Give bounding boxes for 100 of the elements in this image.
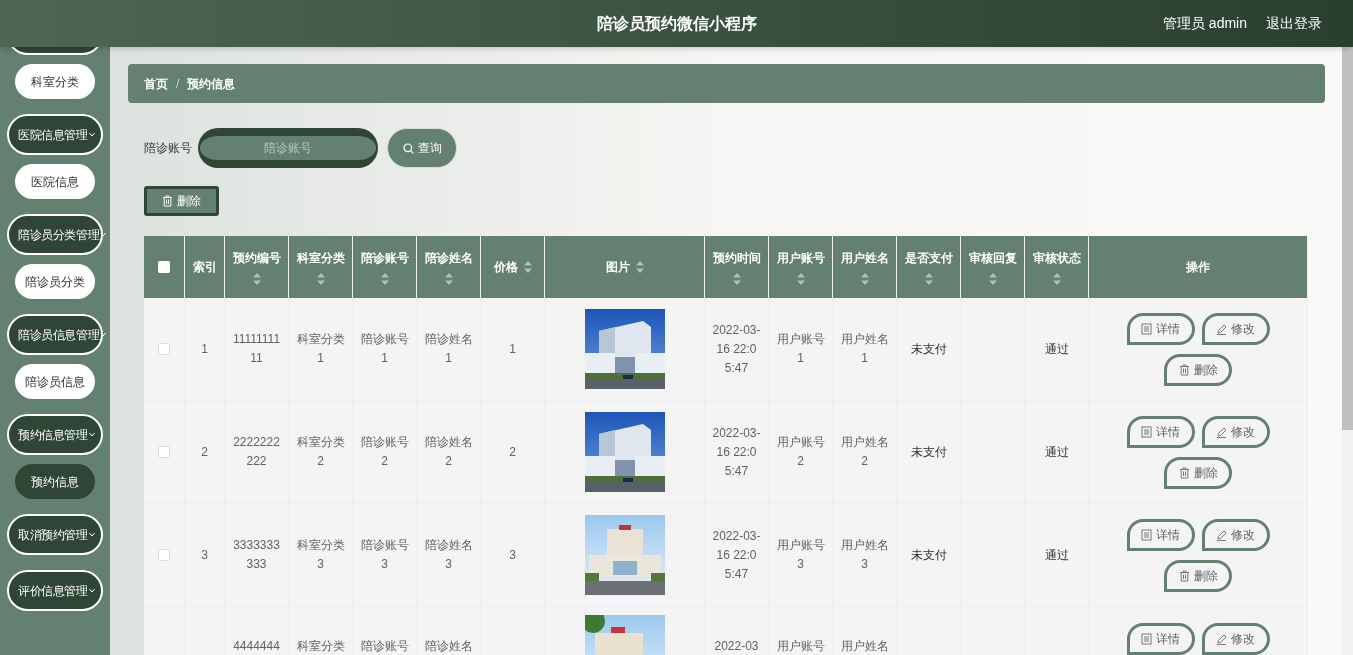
delete-button[interactable]: 删除 xyxy=(1164,353,1232,386)
column-header[interactable]: 用户姓名 xyxy=(840,249,889,267)
column-header[interactable]: 用户账号 xyxy=(776,249,825,267)
edit-button[interactable]: 修改 xyxy=(1201,415,1270,448)
detail-button[interactable]: 详情 xyxy=(1126,518,1195,551)
document-icon xyxy=(1141,322,1152,335)
document-icon xyxy=(1141,633,1152,645)
menu-item[interactable]: 陪诊员信息 xyxy=(15,364,95,399)
table-cell-text: 2022-03 xyxy=(714,638,759,655)
table-cell-text: 用户账号 xyxy=(776,638,825,655)
search-icon xyxy=(402,142,414,154)
menu-item[interactable]: 预约信息 xyxy=(15,464,95,499)
chevron-down-icon xyxy=(88,132,95,137)
table-cell-text: 用户姓名1 xyxy=(840,331,889,367)
menu-group[interactable]: 医院信息管理 xyxy=(7,114,103,155)
search-label: 陪诊账号 xyxy=(144,140,193,157)
column-header[interactable]: 预约编号 xyxy=(232,249,281,267)
menu-group-label: 取消预约管理 xyxy=(18,526,88,544)
trash-icon xyxy=(1178,363,1190,376)
chevron-down-icon xyxy=(88,432,95,437)
menu-group[interactable]: 预约信息管理 xyxy=(7,414,103,455)
table-cell-text: 陪诊账号 xyxy=(360,638,409,655)
chevron-down-icon xyxy=(88,532,95,537)
row-checkbox[interactable] xyxy=(158,343,170,355)
menu-item[interactable]: 科室分类 xyxy=(15,64,95,99)
edit-button[interactable]: 修改 xyxy=(1201,623,1270,655)
table-cell-text: 2022-03-16 22:05:47 xyxy=(712,321,761,377)
column-header[interactable]: 审核回复 xyxy=(968,249,1017,267)
column-header[interactable]: 科室分类 xyxy=(296,249,345,267)
menu-group-label: 医院信息管理 xyxy=(18,126,88,144)
trash-icon xyxy=(162,195,173,207)
table-cell-text: 科室分类3 xyxy=(296,537,345,573)
table-cell-text: 3 xyxy=(509,546,516,564)
table-cell-text: 用户账号3 xyxy=(776,537,825,573)
detail-button[interactable]: 详情 xyxy=(1126,415,1195,448)
column-header[interactable]: 图片 xyxy=(605,258,630,276)
delete-button[interactable]: 删除 xyxy=(144,186,219,216)
edit-button[interactable]: 修改 xyxy=(1201,312,1270,345)
table-cell-text: 用户账号1 xyxy=(776,331,825,367)
menu-item[interactable]: 医院信息 xyxy=(15,164,95,199)
table-cell-text: 陪诊账号3 xyxy=(360,537,409,573)
pencil-icon xyxy=(1216,633,1227,645)
table-cell-text: 1111111111 xyxy=(232,331,281,367)
select-all-checkbox[interactable] xyxy=(158,261,170,273)
table-cell-text: 陪诊账号1 xyxy=(360,331,409,367)
chevron-down-icon xyxy=(100,332,107,337)
menu-group-label: 陪诊员分类管理 xyxy=(18,226,100,244)
table-cell-text: 科室分类1 xyxy=(296,331,345,367)
detail-button[interactable]: 详情 xyxy=(1126,312,1195,345)
delete-button[interactable]: 删除 xyxy=(1164,456,1232,489)
app-title: 陪诊员预约微信小程序 xyxy=(596,13,757,34)
column-header[interactable]: 陪诊账号 xyxy=(360,249,409,267)
pencil-icon xyxy=(1216,425,1227,438)
column-header[interactable]: 是否支付 xyxy=(904,249,953,267)
table-cell-text: 用户姓名3 xyxy=(840,537,889,573)
menu-group[interactable]: 评价信息管理 xyxy=(7,570,103,611)
menu-item[interactable]: 陪诊员分类 xyxy=(15,264,95,299)
column-header[interactable]: 陪诊姓名 xyxy=(424,249,473,267)
logout-link[interactable]: 退出登录 xyxy=(1266,13,1322,34)
column-header[interactable]: 审核状态 xyxy=(1032,249,1081,267)
column-header[interactable]: 操作 xyxy=(1186,258,1210,276)
pencil-icon xyxy=(1216,322,1227,335)
table-cell-text: 科室分类2 xyxy=(296,434,345,470)
table-cell-text: 通过 xyxy=(1044,443,1069,461)
menu-group[interactable]: 取消预约管理 xyxy=(7,514,103,555)
table-cell-text: 未支付 xyxy=(910,443,947,461)
scrollbar-thumb[interactable] xyxy=(1342,47,1353,430)
menu-group-label: 陪诊员信息管理 xyxy=(18,326,100,344)
row-checkbox[interactable] xyxy=(158,446,170,458)
table-cell-text: 陪诊姓名2 xyxy=(424,434,473,470)
table-cell-text: 用户姓名 xyxy=(840,638,889,655)
edit-button[interactable]: 修改 xyxy=(1201,518,1270,551)
search-button[interactable]: 查询 xyxy=(387,128,457,168)
table-cell-text: 1 xyxy=(201,340,208,358)
menu-group[interactable]: 陪诊员分类管理 xyxy=(7,214,103,255)
row-checkbox[interactable] xyxy=(158,549,170,561)
search-field[interactable]: 陪诊账号 xyxy=(198,128,378,168)
column-header[interactable]: 索引 xyxy=(192,258,217,276)
table-cell-text: 通过 xyxy=(1044,546,1069,564)
delete-button[interactable]: 删除 xyxy=(1164,559,1232,592)
table-cell-text: 2022-03-16 22:05:47 xyxy=(712,527,761,583)
pencil-icon xyxy=(1216,528,1227,541)
breadcrumb-link[interactable]: 预约信息 xyxy=(187,74,236,93)
breadcrumb-link[interactable]: 首页 xyxy=(144,74,168,93)
table-cell-text: 用户账号2 xyxy=(776,434,825,470)
menu-group-label: 预约信息管理 xyxy=(18,426,88,444)
table-cell-text: 3333333333 xyxy=(232,537,281,573)
table-cell-text: 陪诊姓名3 xyxy=(424,537,473,573)
menu-group[interactable]: 陪诊员信息管理 xyxy=(7,314,103,355)
trash-icon xyxy=(1178,569,1190,582)
table-cell-text: 1 xyxy=(509,340,516,358)
table-cell-text: 4444444 xyxy=(233,638,280,655)
column-header[interactable]: 预约时间 xyxy=(712,249,761,267)
trash-icon xyxy=(1178,466,1190,479)
table-cell-text: 未支付 xyxy=(910,546,947,564)
document-icon xyxy=(1141,425,1152,438)
detail-button[interactable]: 详情 xyxy=(1126,623,1195,655)
user-label: 管理员 admin xyxy=(1162,14,1247,33)
table-cell-text: 未支付 xyxy=(910,340,947,358)
column-header[interactable]: 价格 xyxy=(493,258,518,276)
